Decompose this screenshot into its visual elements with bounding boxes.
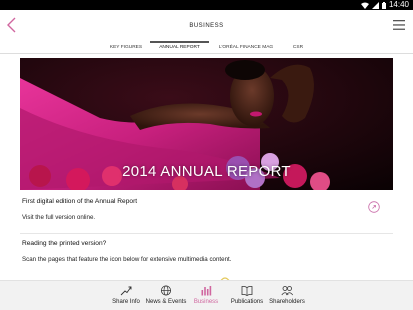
tab-csr[interactable]: CSR (287, 41, 309, 54)
external-link-icon[interactable] (368, 201, 380, 213)
open-book-icon (241, 285, 253, 296)
nav-shareholders[interactable]: Shareholders (268, 285, 306, 305)
digital-edition-text: Visit the full version online. (22, 214, 96, 221)
trend-line-icon (120, 286, 132, 296)
digital-edition-section[interactable]: First digital edition of the Annual Repo… (22, 196, 393, 236)
tab-key-figures[interactable]: KEY FIGURES (104, 41, 148, 54)
digital-edition-heading: First digital edition of the Annual Repo… (22, 198, 138, 205)
status-icons: 14:40 (360, 0, 409, 10)
hamburger-menu-icon[interactable] (393, 19, 405, 31)
nav-business[interactable]: Business (192, 285, 220, 305)
printed-version-heading: Reading the printed version? (22, 240, 107, 247)
bottom-navigation: Share Info News & Events Business Public… (0, 280, 413, 310)
content-divider (20, 233, 393, 234)
status-time: 14:40 (388, 0, 409, 9)
nav-news-events[interactable]: News & Events (145, 285, 187, 305)
nav-publications[interactable]: Publications (228, 285, 266, 305)
signal-icon (371, 1, 379, 9)
nav-share-info[interactable]: Share Info (110, 285, 142, 305)
nav-label-publications: Publications (230, 299, 264, 305)
tab-annual-report[interactable]: ANNUAL REPORT (150, 41, 209, 54)
printed-version-section: Reading the printed version? Scan the pa… (22, 236, 393, 276)
people-icon (281, 286, 293, 296)
battery-icon (381, 1, 386, 9)
nav-label-news-events: News & Events (145, 299, 187, 305)
nav-label-share-info: Share Info (112, 299, 140, 305)
hero-title: 2014 ANNUAL REPORT (122, 163, 291, 180)
wifi-icon (360, 2, 369, 9)
page-title: BUSINESS (189, 23, 224, 29)
nav-label-business: Business (193, 299, 219, 305)
annual-report-content: First digital edition of the Annual Repo… (22, 196, 393, 276)
nav-label-shareholders: Shareholders (269, 299, 305, 305)
tab-loreal-finance-mag[interactable]: L'ORÉAL FINANCE MAG (214, 41, 278, 54)
app-header: BUSINESS (0, 10, 413, 41)
status-bar: 14:40 (0, 0, 413, 10)
globe-icon (161, 285, 171, 296)
section-tabs: KEY FIGURES ANNUAL REPORT L'ORÉAL FINANC… (0, 41, 413, 54)
bar-chart-icon (201, 286, 212, 296)
hero-banner: 2014 ANNUAL REPORT (20, 58, 393, 190)
printed-version-text: Scan the pages that feature the icon bel… (22, 256, 232, 263)
